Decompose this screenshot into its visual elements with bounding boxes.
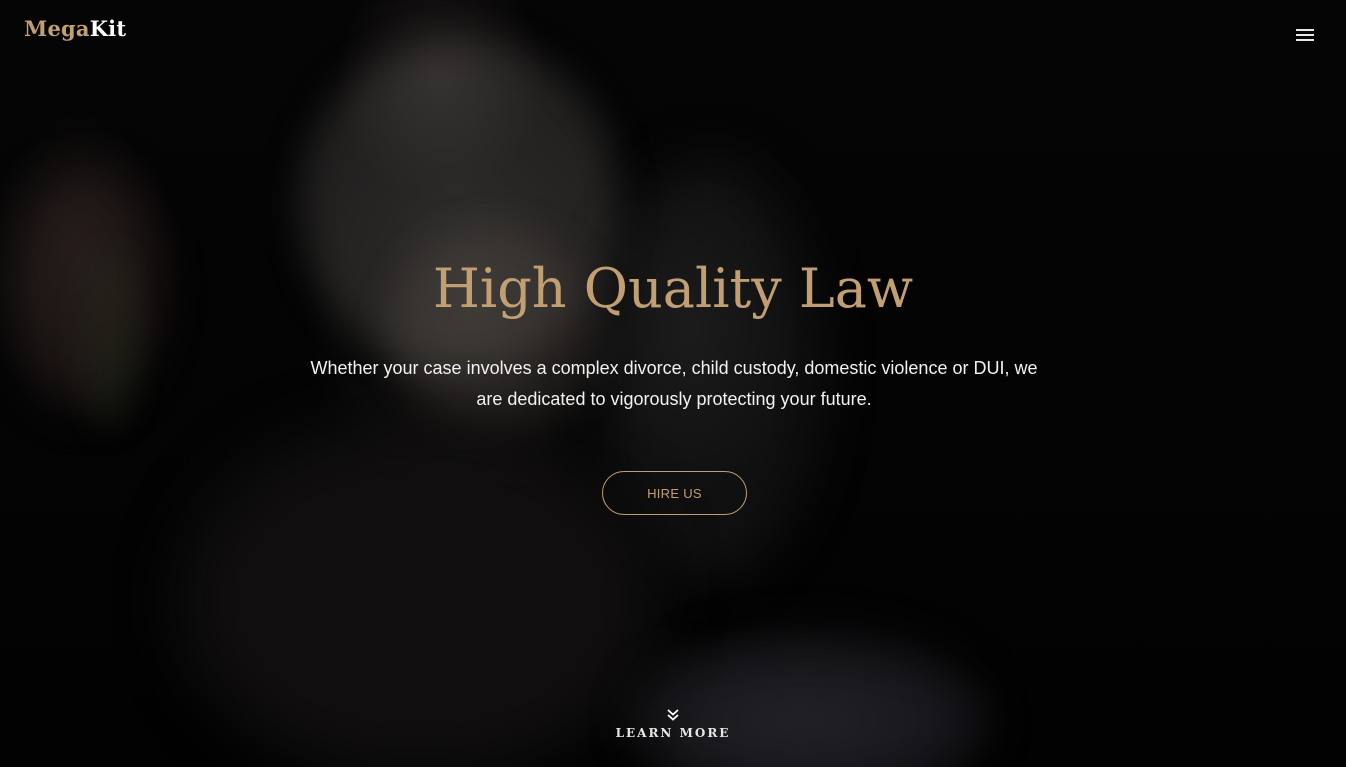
menu-line: [1296, 39, 1314, 41]
logo-text-mega: Mega: [24, 16, 90, 41]
double-chevron-down-icon: [667, 709, 679, 721]
menu-line: [1296, 34, 1314, 36]
logo[interactable]: MegaKit: [24, 18, 126, 39]
hero-section: MegaKit High Quality Law Whether your ca…: [0, 0, 1346, 767]
hamburger-menu-icon[interactable]: [1293, 26, 1317, 44]
logo-text-kit: Kit: [89, 16, 127, 41]
learn-more-label: LEARN MORE: [615, 726, 731, 740]
hero-description: Whether your case involves a complex div…: [310, 358, 1038, 409]
hire-us-button[interactable]: HIRE US: [602, 471, 747, 515]
learn-more-link[interactable]: LEARN MORE: [573, 708, 773, 752]
hero-title: High Quality Law: [432, 257, 914, 320]
menu-line: [1296, 29, 1314, 31]
